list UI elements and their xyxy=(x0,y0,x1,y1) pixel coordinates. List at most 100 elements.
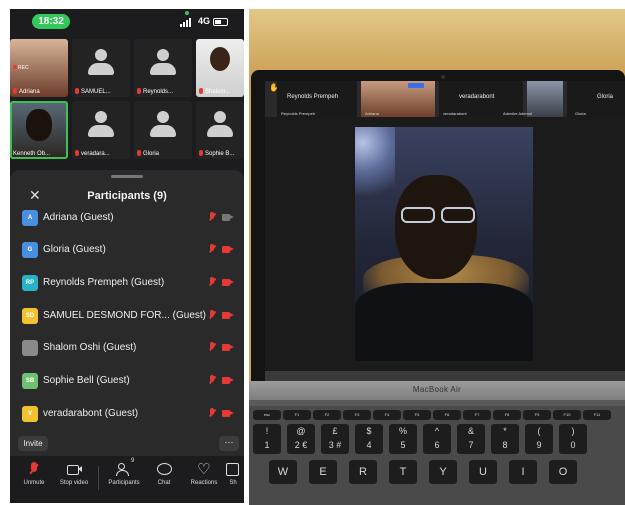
toolbar-divider xyxy=(98,466,99,490)
key-f6[interactable]: F6 xyxy=(433,410,461,420)
participants-panel: ✕ Participants (9) A Adriana (Guest) G G… xyxy=(10,170,244,503)
key-y[interactable]: Y xyxy=(429,460,457,484)
key-esc[interactable]: esc xyxy=(253,410,281,420)
key-0[interactable]: ) 0 xyxy=(559,424,587,454)
participants-button[interactable]: 9 Participants xyxy=(104,458,144,496)
participants-title: Participants (9) xyxy=(87,190,167,202)
video-tile-shalom[interactable]: Shalom... xyxy=(196,39,244,97)
avatar xyxy=(22,340,38,356)
strip-tile-adriana[interactable]: Adriana xyxy=(361,81,435,117)
participant-row-gloria[interactable]: G Gloria (Guest) xyxy=(10,234,244,266)
strip-tile-reynolds[interactable]: Reynolds Prempeh Reynolds Prempeh xyxy=(277,81,357,117)
key-4[interactable]: $4 xyxy=(355,424,383,454)
key-f2[interactable]: F2 xyxy=(313,410,341,420)
tile-name: veradara... xyxy=(81,151,110,157)
share-button[interactable]: Sh xyxy=(222,462,244,496)
key-f1[interactable]: F1 xyxy=(283,410,311,420)
unmute-button[interactable]: Unmute xyxy=(14,462,54,496)
active-speaker-video xyxy=(355,127,533,361)
key-i[interactable]: I xyxy=(509,460,537,484)
key-f3[interactable]: F3 xyxy=(343,410,371,420)
participant-row-shalom[interactable]: Shalom Oshi (Guest) xyxy=(10,332,244,364)
key-5[interactable]: % 5 xyxy=(389,424,417,454)
laptop-bezel: ✋ Reynolds Prempeh Reynolds Prempeh Adri… xyxy=(251,70,625,400)
video-tile-samuel[interactable]: SAMUEL... xyxy=(72,39,130,97)
participant-name: Reynolds Prempeh (Guest) xyxy=(43,277,165,288)
participant-name: veradarabont (Guest) xyxy=(43,408,139,419)
video-tile-kenneth[interactable]: Kenneth Ob... xyxy=(10,101,68,159)
drag-handle[interactable] xyxy=(111,175,143,178)
muted-mic-icon xyxy=(75,88,79,94)
strip-tile-gloria[interactable]: Gloria Gloria xyxy=(567,81,625,117)
status-time: 18:32 xyxy=(32,14,70,29)
participant-name: Gloria (Guest) xyxy=(43,244,106,255)
camera-off-icon xyxy=(222,344,234,351)
stop-video-button[interactable]: Stop video xyxy=(54,462,94,496)
key-t[interactable]: T xyxy=(389,460,417,484)
key-6[interactable]: ^ 6 xyxy=(423,424,451,454)
key-8[interactable]: * 8 xyxy=(491,424,519,454)
participant-row-adriana[interactable]: A Adriana (Guest) xyxy=(10,202,244,234)
laptop-brand: MacBook Air xyxy=(412,385,462,394)
video-tile-gloria[interactable]: Gloria xyxy=(134,101,192,159)
muted-mic-icon xyxy=(137,88,141,94)
key-w[interactable]: W xyxy=(269,460,297,484)
key-u[interactable]: U xyxy=(469,460,497,484)
unmute-label: Unmute xyxy=(23,480,45,486)
key-9[interactable]: (9 xyxy=(525,424,553,454)
more-options-button[interactable]: ··· xyxy=(219,436,239,451)
strip-tile-kenneth[interactable]: Adenike Ademol xyxy=(503,81,563,117)
video-tile-reynolds[interactable]: Reynolds... xyxy=(134,39,192,97)
participant-row-veradarabont[interactable]: V veradarabont (Guest) xyxy=(10,398,244,430)
reactions-button[interactable]: Reactions xyxy=(184,460,224,496)
muted-mic-icon xyxy=(199,150,203,156)
avatar-placeholder-icon xyxy=(146,111,180,141)
recording-badge: REC xyxy=(13,65,29,71)
video-tile-adriana[interactable]: REC Adriana xyxy=(10,39,68,97)
key-f9[interactable]: F9 xyxy=(523,410,551,420)
key-1[interactable]: ! 1 xyxy=(253,424,281,454)
battery-icon xyxy=(213,18,228,26)
key-7[interactable]: & 7 xyxy=(457,424,485,454)
muted-mic-icon xyxy=(209,375,215,385)
strip-small-name: Adenike Ademol xyxy=(503,111,532,116)
glasses-icon xyxy=(401,207,491,223)
key-f4[interactable]: F4 xyxy=(373,410,401,420)
key-r[interactable]: R xyxy=(349,460,377,484)
participant-row-samuel[interactable]: SD SAMUEL DESMOND FOR... (Guest) xyxy=(10,300,244,332)
network-label: 4G xyxy=(198,16,211,26)
participant-row-reynolds[interactable]: RP Reynolds Prempeh (Guest) xyxy=(10,267,244,299)
video-tile-veradara[interactable]: veradara... xyxy=(72,101,130,159)
key-f7[interactable]: F7 xyxy=(463,410,491,420)
key-f10[interactable]: F10 xyxy=(553,410,581,420)
video-grid: REC Adriana SAMUEL... Reynolds... Shalom… xyxy=(10,39,244,161)
muted-mic-icon xyxy=(209,310,215,320)
share-screen-icon xyxy=(225,462,241,476)
tile-name: Gloria xyxy=(143,151,160,157)
camera-off-icon xyxy=(222,377,234,384)
muted-mic-icon xyxy=(209,277,215,287)
camera-on-icon xyxy=(222,214,234,221)
camera-off-icon xyxy=(222,410,234,417)
invite-button[interactable]: Invite xyxy=(18,436,48,451)
participants-list: A Adriana (Guest) G Gloria (Guest) RP Re… xyxy=(10,210,244,434)
key-f11[interactable]: F11 xyxy=(583,410,611,420)
key-f8[interactable]: F8 xyxy=(493,410,521,420)
video-strip: ✋ Reynolds Prempeh Reynolds Prempeh Adri… xyxy=(265,81,625,117)
key-f5[interactable]: F5 xyxy=(403,410,431,420)
avatar-placeholder-icon xyxy=(203,111,237,141)
strip-name: Reynolds Prempeh xyxy=(287,94,339,100)
avatar: SD xyxy=(22,308,38,324)
muted-mic-icon xyxy=(209,244,215,254)
key-o[interactable]: O xyxy=(549,460,577,484)
key-e[interactable]: E xyxy=(309,460,337,484)
muted-mic-icon xyxy=(209,408,215,418)
key-3[interactable]: £3 # xyxy=(321,424,349,454)
share-label: Sh xyxy=(229,480,237,486)
participant-row-sophie[interactable]: SB Sophie Bell (Guest) xyxy=(10,365,244,397)
video-tile-sophie[interactable]: Sophie B... xyxy=(196,101,244,159)
chat-button[interactable]: Chat xyxy=(144,462,184,496)
key-2[interactable]: @2 € xyxy=(287,424,315,454)
participant-name: Shalom Oshi (Guest) xyxy=(43,342,137,353)
camera-off-icon xyxy=(222,279,234,286)
